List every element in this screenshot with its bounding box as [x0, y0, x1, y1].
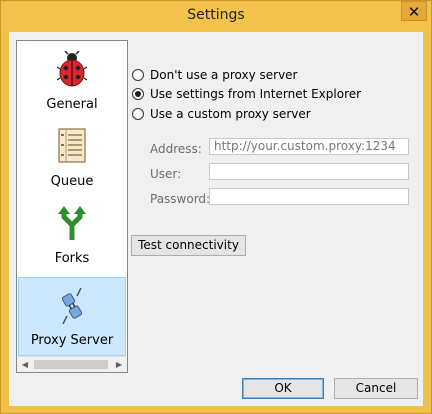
- window-title: Settings: [187, 7, 245, 23]
- radio-label: Use a custom proxy server: [150, 107, 311, 121]
- sidebar-horizontal-scrollbar[interactable]: ◀ ▶: [17, 356, 127, 372]
- network-plug-icon: [19, 288, 125, 328]
- user-field[interactable]: [209, 163, 409, 180]
- sidebar-item-label: General: [46, 97, 98, 112]
- scroll-right-arrow-icon[interactable]: ▶: [111, 357, 127, 372]
- sidebar-item-queue[interactable]: Queue: [18, 122, 126, 198]
- user-label: User:: [150, 167, 182, 181]
- scroll-left-arrow-icon[interactable]: ◀: [17, 357, 33, 372]
- radio-label: Use settings from Internet Explorer: [150, 87, 362, 101]
- password-label: Password:: [150, 192, 211, 206]
- settings-window: Settings ✕ General Queue Forks Proxy Ser…: [0, 0, 432, 414]
- sidebar-item-label: Proxy Server: [30, 333, 114, 348]
- sidebar-item-label: Queue: [50, 174, 94, 189]
- sidebar-item-label: Forks: [54, 251, 90, 266]
- address-field[interactable]: http://your.custom.proxy:1234: [209, 138, 409, 155]
- radio-button[interactable]: [132, 88, 144, 100]
- address-label: Address:: [150, 142, 202, 156]
- sidebar-item-forks[interactable]: Forks: [18, 199, 126, 275]
- fork-arrows-icon: [18, 205, 126, 245]
- dialog-body: General Queue Forks Proxy Server ◀ ▶ Don…: [9, 32, 423, 406]
- ladybug-icon: [18, 51, 126, 91]
- radio-label: Don't use a proxy server: [150, 68, 298, 82]
- ok-button[interactable]: OK: [242, 378, 324, 399]
- radio-button[interactable]: [132, 69, 144, 81]
- radio-button[interactable]: [132, 108, 144, 120]
- password-field[interactable]: [209, 188, 409, 205]
- sidebar-item-proxy-server[interactable]: Proxy Server: [18, 277, 126, 356]
- queue-list-icon: [18, 128, 126, 168]
- test-connectivity-button[interactable]: Test connectivity: [131, 235, 246, 256]
- scrollbar-thumb[interactable]: [34, 360, 108, 369]
- sidebar-item-general[interactable]: General: [18, 45, 126, 121]
- settings-sidebar: General Queue Forks Proxy Server ◀ ▶: [16, 40, 128, 373]
- cancel-button[interactable]: Cancel: [334, 378, 418, 399]
- title-bar[interactable]: Settings ✕: [1, 1, 431, 31]
- close-button[interactable]: ✕: [401, 1, 427, 21]
